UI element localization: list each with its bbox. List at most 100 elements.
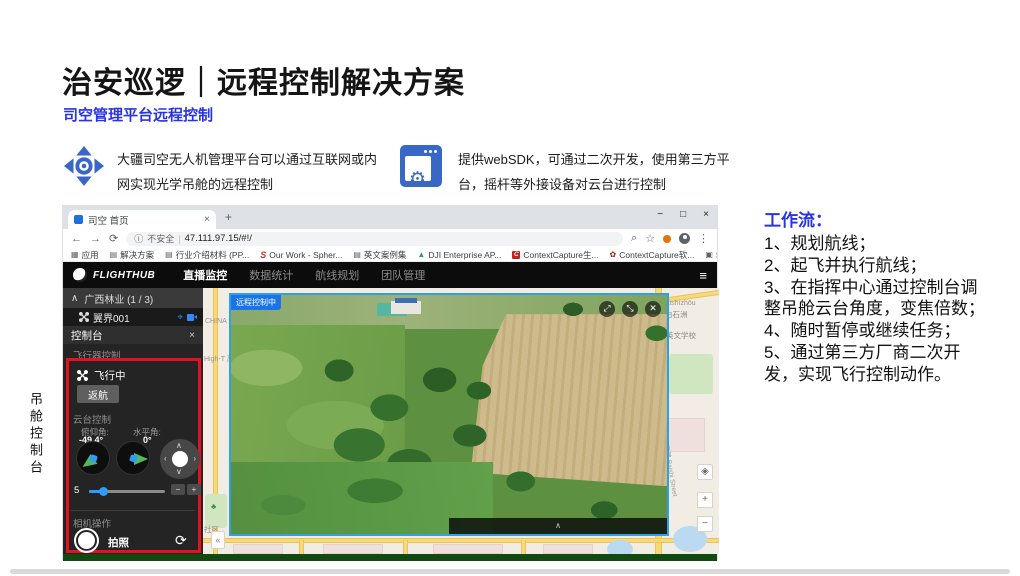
websdk-window-icon: ⟳ ⚙: [400, 145, 442, 187]
workflow-step: 4、随时暂停或继续任务；: [764, 320, 994, 342]
tab-team-management[interactable]: 团队管理: [381, 267, 425, 283]
url-field[interactable]: ⓘ 不安全 | 47.111.97.15/#!/: [126, 232, 623, 246]
bookmark-apps[interactable]: ▦应用: [71, 249, 99, 261]
workflow-step: 1、规划航线；: [764, 233, 994, 255]
gear-icon: ⚙: [409, 170, 426, 189]
map-label: CHINA: [205, 318, 227, 325]
map-block: [433, 544, 503, 554]
park-tree-icon: ♣: [211, 502, 216, 511]
flight-status: 飞行中: [77, 368, 126, 383]
map-park: [205, 494, 227, 528]
doc-icon: ▤: [353, 250, 361, 259]
camera-rotate-icon[interactable]: ⟳: [175, 532, 187, 549]
back-icon[interactable]: ←: [71, 233, 82, 245]
dpad-right-icon[interactable]: ›: [193, 455, 196, 463]
forward-icon[interactable]: →: [90, 233, 101, 245]
url-text: 47.111.97.15/#!/: [185, 233, 252, 244]
browser-tab[interactable]: 司空 首页 ×: [68, 210, 216, 229]
info-icon[interactable]: ⓘ: [134, 232, 143, 245]
bookmark-item[interactable]: ▣ShowMore - Reco...: [705, 250, 717, 260]
aerial-video-feed[interactable]: 远程控制中 ⤢ ⤡ ✕ ∧: [229, 293, 669, 536]
group-label: 广西林业 (1 / 3): [84, 291, 153, 306]
hamburger-menu-icon[interactable]: ≡: [699, 268, 707, 283]
video-fullscreen-icon[interactable]: ⤢: [599, 301, 615, 317]
map-road: [203, 538, 719, 543]
zoom-slider-handle[interactable]: [99, 487, 108, 496]
video-close-icon[interactable]: ✕: [645, 301, 661, 317]
bookmark-item[interactable]: ✿ContextCapture软...: [610, 249, 695, 261]
taskbar-strip: [63, 554, 717, 561]
flighthub-brand: FLIGHTHUB: [93, 270, 155, 281]
video-shrink-icon[interactable]: ⤡: [622, 301, 638, 317]
zoom-increase-button[interactable]: +: [187, 484, 201, 495]
shutter-button[interactable]: [74, 528, 99, 553]
bookmark-item[interactable]: SOur Work - Spher...: [260, 250, 342, 260]
map-zoom-out-button[interactable]: −: [697, 516, 713, 532]
zoom-slider[interactable]: [89, 490, 165, 493]
drive-icon: ▲: [417, 250, 425, 259]
device-name: 翼界001: [93, 310, 130, 325]
window-minimize-button[interactable]: −: [657, 209, 663, 220]
doc-icon: ▤: [110, 250, 118, 259]
workflow-step: 5、通过第三方厂商二次开发，实现飞行控制动作。: [764, 342, 994, 386]
dpad-center-button[interactable]: [172, 451, 188, 467]
return-home-button[interactable]: 返航: [77, 385, 119, 403]
extension-icon[interactable]: [663, 235, 671, 243]
sketchfab-icon: S: [260, 250, 266, 260]
workflow-title: 工作流：: [764, 206, 994, 231]
tab-route-planning[interactable]: 航线规划: [315, 267, 359, 283]
feature-left-text: 大疆司空无人机管理平台可以通过互联网或内网实现光学吊舱的远程控制: [117, 147, 385, 197]
sidebar-collapse-button[interactable]: «: [211, 531, 225, 549]
browser-menu-icon[interactable]: ⋮: [698, 232, 709, 245]
flight-status-text: 飞行中: [94, 368, 126, 383]
camera-section-label: 相机操作: [73, 516, 111, 530]
map-block: [543, 544, 593, 554]
locate-crosshair-icon[interactable]: ⌖: [177, 312, 183, 323]
tab-live-monitor[interactable]: 直播监控: [183, 267, 227, 283]
layers-icon[interactable]: ◈: [697, 464, 713, 480]
map-zoom-in-button[interactable]: +: [697, 492, 713, 508]
yaw-gauge[interactable]: [116, 441, 150, 475]
window-maximize-button[interactable]: □: [680, 209, 686, 220]
device-row[interactable]: 翼界001 ⌖: [63, 308, 203, 326]
tab-close-icon[interactable]: ×: [204, 214, 210, 225]
gimbal-section-label: 云台控制: [73, 412, 111, 426]
console-close-icon[interactable]: ×: [189, 330, 195, 341]
bookmark-star-icon[interactable]: ☆: [645, 232, 655, 245]
window-pane: ⟳ ⚙: [405, 156, 431, 181]
map-road: [299, 540, 304, 554]
live-camera-icon[interactable]: [187, 314, 197, 321]
dpad-up-icon[interactable]: ∧: [176, 442, 182, 450]
bookmark-item[interactable]: ▤行业介绍材料 (PP...: [165, 249, 249, 261]
bookmark-item[interactable]: ▲DJI Enterprise AP...: [417, 250, 501, 260]
gimbal-dpad-control[interactable]: ∧ ∨ ‹ ›: [160, 439, 200, 479]
window-close-button[interactable]: ×: [703, 209, 709, 220]
tab-data-stats[interactable]: 数据统计: [249, 267, 293, 283]
zoom-icon[interactable]: ⌕: [631, 232, 637, 245]
device-sidebar: ∧ 广西林业 (1 / 3) 翼界001 ⌖ 控制台 ×: [63, 288, 203, 554]
window-dots-icon: [424, 150, 437, 153]
presentation-slide: 治安巡逻｜远程控制解决方案 司空管理平台远程控制 大疆司空无人机管理平台可以通过…: [0, 0, 1020, 576]
security-label: 不安全: [147, 232, 174, 245]
profile-avatar[interactable]: [679, 233, 690, 244]
workflow-step: 3、在指挥中心通过控制台调整吊舱云台角度，变焦倍数；: [764, 277, 994, 321]
vertical-caption: 吊舱控制台: [26, 392, 45, 477]
bookmark-item[interactable]: ▤解决方案: [110, 249, 155, 261]
drone-icon: [77, 370, 88, 381]
showmore-icon: ▣: [705, 250, 713, 259]
zoom-decrease-button[interactable]: −: [171, 484, 185, 495]
chevron-up-icon: ∧: [71, 293, 78, 304]
zoom-value: 5: [74, 485, 79, 496]
favicon: [74, 215, 83, 224]
bookmark-item[interactable]: CContextCapture生...: [512, 249, 598, 261]
map-block: [233, 544, 283, 554]
tab-strip: 司空 首页 × + − □ ×: [63, 206, 717, 229]
refresh-icon[interactable]: ⟳: [109, 232, 118, 245]
pitch-gauge[interactable]: [76, 441, 110, 475]
dpad-left-icon[interactable]: ‹: [164, 455, 167, 463]
device-group-row[interactable]: ∧ 广西林业 (1 / 3): [63, 288, 203, 308]
video-expand-bar[interactable]: ∧: [449, 518, 667, 534]
bookmark-item[interactable]: ▤英文案例集: [353, 249, 406, 261]
dpad-down-icon[interactable]: ∨: [176, 468, 182, 476]
new-tab-button[interactable]: +: [225, 210, 232, 224]
